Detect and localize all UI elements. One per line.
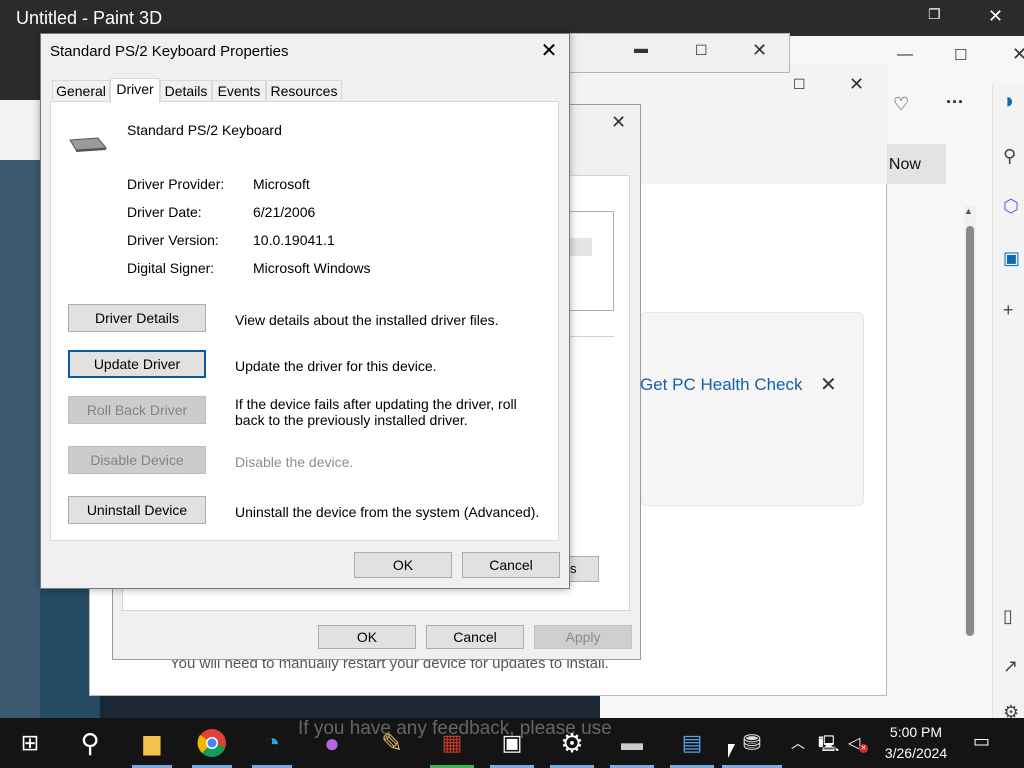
driver-version-label: Driver Version: — [127, 232, 219, 248]
roll-back-driver-button[interactable]: Roll Back Driver — [68, 396, 206, 424]
mouse-cursor — [728, 744, 735, 758]
add-sidebar-icon[interactable]: + — [1003, 300, 1014, 321]
driver-version-value: 10.0.19041.1 — [253, 232, 335, 248]
edge-maximize-icon[interactable]: ☐ — [954, 46, 967, 64]
clock-date[interactable]: 3/26/2024 — [880, 745, 952, 761]
bing-copilot-icon[interactable]: ◗ — [1003, 88, 1016, 114]
scroll-up-icon[interactable]: ▲ — [964, 206, 973, 216]
driver-date-value: 6/21/2006 — [253, 204, 316, 220]
store-icon[interactable]: ▣ — [495, 726, 529, 760]
search-icon[interactable]: ⚲ — [73, 726, 107, 760]
clock-time[interactable]: 5:00 PM — [888, 724, 944, 740]
uninstall-device-button[interactable]: Uninstall Device — [68, 496, 206, 524]
digital-signer-value: Microsoft Windows — [253, 260, 371, 276]
taskbar-keyboard-icon[interactable]: ▬ — [615, 726, 649, 760]
close-icon[interactable]: ✕ — [538, 38, 560, 62]
prev-close-icon[interactable]: ✕ — [752, 40, 767, 61]
chrome-icon[interactable] — [195, 726, 229, 760]
roll-back-driver-desc: If the device fails after updating the d… — [235, 396, 517, 428]
tab-events[interactable]: Events — [212, 80, 266, 101]
digital-signer-label: Digital Signer: — [127, 260, 215, 276]
tab-resources[interactable]: Resources — [266, 80, 342, 101]
split-screen-icon[interactable]: ▯ — [1003, 606, 1013, 627]
pc-health-check-link[interactable]: Get PC Health Check — [640, 375, 803, 395]
driver-provider-label: Driver Provider: — [127, 176, 225, 192]
bg-ok-button[interactable]: OK — [318, 625, 416, 649]
uninstall-device-desc: Uninstall the device from the system (Ad… — [235, 504, 540, 520]
bg-apply-button[interactable]: Apply — [534, 625, 632, 649]
prev-maximize-icon[interactable]: ☐ — [695, 42, 708, 59]
office-icon[interactable]: ⬡ — [1003, 196, 1019, 217]
tab-details[interactable]: Details — [160, 80, 212, 101]
update-driver-button[interactable]: Update Driver — [68, 350, 206, 378]
health-heart-icon[interactable]: ♡ — [893, 94, 909, 115]
tab-driver[interactable]: Driver — [110, 78, 160, 103]
device-partial-button[interactable]: s — [567, 556, 599, 582]
show-hidden-icons-icon[interactable]: ︿ — [791, 733, 805, 753]
device-partial-button-label: s — [570, 561, 577, 576]
driver-details-button[interactable]: Driver Details — [68, 304, 206, 332]
edge-scrollbar-thumb[interactable] — [966, 226, 974, 636]
network-icon[interactable]: 🖳 — [818, 733, 839, 760]
paint-drop-icon[interactable]: ● — [315, 726, 349, 760]
settings-icon[interactable]: ⚙ — [555, 726, 589, 760]
cancel-button[interactable]: Cancel — [462, 552, 560, 578]
dialog-title: Standard PS/2 Keyboard Properties — [50, 43, 289, 60]
settings-maximize-icon[interactable]: ☐ — [793, 76, 806, 93]
driver-details-desc: View details about the installed driver … — [235, 312, 499, 328]
start-icon[interactable]: ⊞ — [13, 726, 47, 760]
disable-device-button[interactable]: Disable Device — [68, 446, 206, 474]
device-name: Standard PS/2 Keyboard — [127, 122, 282, 138]
open-external-icon[interactable]: ↗ — [1003, 656, 1018, 677]
paint-palette-icon[interactable]: ✎ — [375, 726, 409, 760]
edge-icon[interactable]: ◔ — [255, 726, 289, 760]
notifications-icon[interactable]: ▭ — [973, 731, 990, 752]
disable-device-desc: Disable the device. — [235, 454, 354, 470]
sidebar-search-icon[interactable]: ⚲ — [1003, 146, 1016, 167]
driver-provider-value: Microsoft — [253, 176, 310, 192]
health-card-close-icon[interactable]: ✕ — [820, 372, 837, 397]
file-explorer-icon[interactable]: ▆ — [135, 726, 169, 760]
device-properties-close-icon[interactable]: ✕ — [611, 112, 626, 133]
paint3d-close-icon[interactable]: ✕ — [988, 6, 1003, 27]
edge-close-icon[interactable]: ✕ — [1012, 44, 1024, 65]
settings-close-icon[interactable]: ✕ — [849, 74, 864, 95]
update-driver-desc: Update the driver for this device. — [235, 358, 437, 374]
keyboard-icon — [69, 137, 107, 152]
paint3d-title: Untitled - Paint 3D — [16, 8, 163, 28]
outlook-icon[interactable]: ▣ — [1003, 248, 1020, 269]
device-list[interactable] — [568, 211, 614, 311]
bg-cancel-button[interactable]: Cancel — [426, 625, 524, 649]
tab-general[interactable]: General — [52, 80, 110, 101]
device-list-selection — [568, 238, 592, 256]
device-manager-icon[interactable]: ▤ — [675, 726, 709, 760]
winrar-icon[interactable]: ▦ — [435, 726, 469, 760]
prev-minimize-icon[interactable]: ▬ — [634, 40, 648, 56]
driver-date-label: Driver Date: — [127, 204, 202, 220]
muted-badge-icon: ✕ — [859, 744, 868, 753]
edge-minimize-icon[interactable]: — — [897, 46, 913, 64]
paint3d-side-panel — [0, 160, 40, 718]
device-properties-icon[interactable]: ⛃ — [735, 726, 769, 760]
more-options-icon[interactable]: ··· — [946, 92, 964, 113]
paint3d-restore-icon[interactable]: ❐ — [928, 6, 941, 23]
ok-button[interactable]: OK — [354, 552, 452, 578]
pc-health-card — [640, 312, 864, 506]
